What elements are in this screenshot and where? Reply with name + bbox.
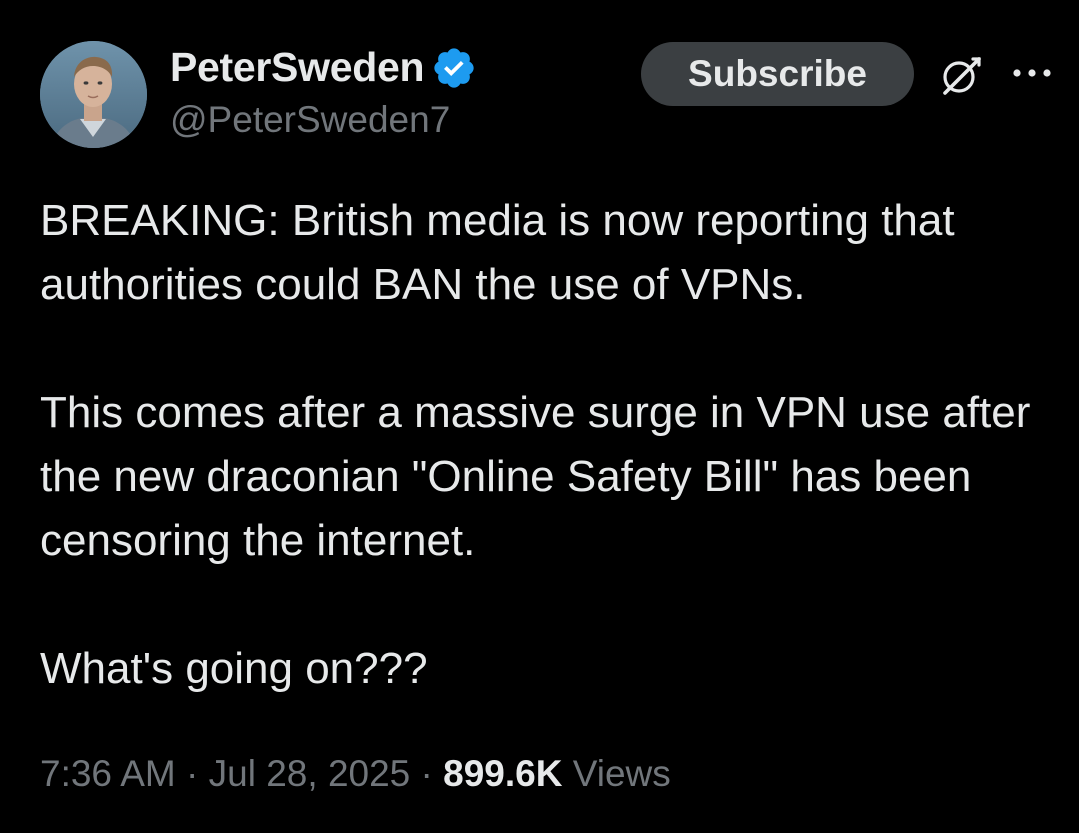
- more-options-icon[interactable]: [1011, 66, 1053, 80]
- views-label[interactable]: Views: [562, 753, 671, 794]
- post-paragraph: BREAKING: British media is now reporting…: [40, 196, 967, 309]
- views-count[interactable]: 899.6K: [443, 753, 562, 794]
- meta-separator: ·: [175, 753, 209, 794]
- user-handle[interactable]: @PeterSweden7: [170, 99, 450, 141]
- grok-icon[interactable]: [935, 50, 985, 100]
- avatar[interactable]: [40, 41, 147, 148]
- post-paragraph: What's going on???: [40, 644, 428, 693]
- avatar-image: [40, 41, 147, 148]
- meta-separator: ·: [410, 753, 444, 794]
- post-date[interactable]: Jul 28, 2025: [209, 753, 411, 794]
- display-name[interactable]: PeterSweden: [170, 44, 425, 91]
- display-name-row[interactable]: PeterSweden: [170, 44, 477, 91]
- tweet-card: PeterSweden @PeterSweden7 Subscribe BREA…: [0, 0, 1079, 833]
- post-meta: 7:36 AM · Jul 28, 2025 · 899.6K Views: [40, 753, 671, 795]
- post-paragraph: This comes after a massive surge in VPN …: [40, 388, 1043, 565]
- verified-badge-icon[interactable]: [431, 45, 477, 91]
- post-text: BREAKING: British media is now reporting…: [40, 189, 1050, 701]
- post-time[interactable]: 7:36 AM: [40, 753, 176, 794]
- subscribe-button[interactable]: Subscribe: [641, 42, 914, 106]
